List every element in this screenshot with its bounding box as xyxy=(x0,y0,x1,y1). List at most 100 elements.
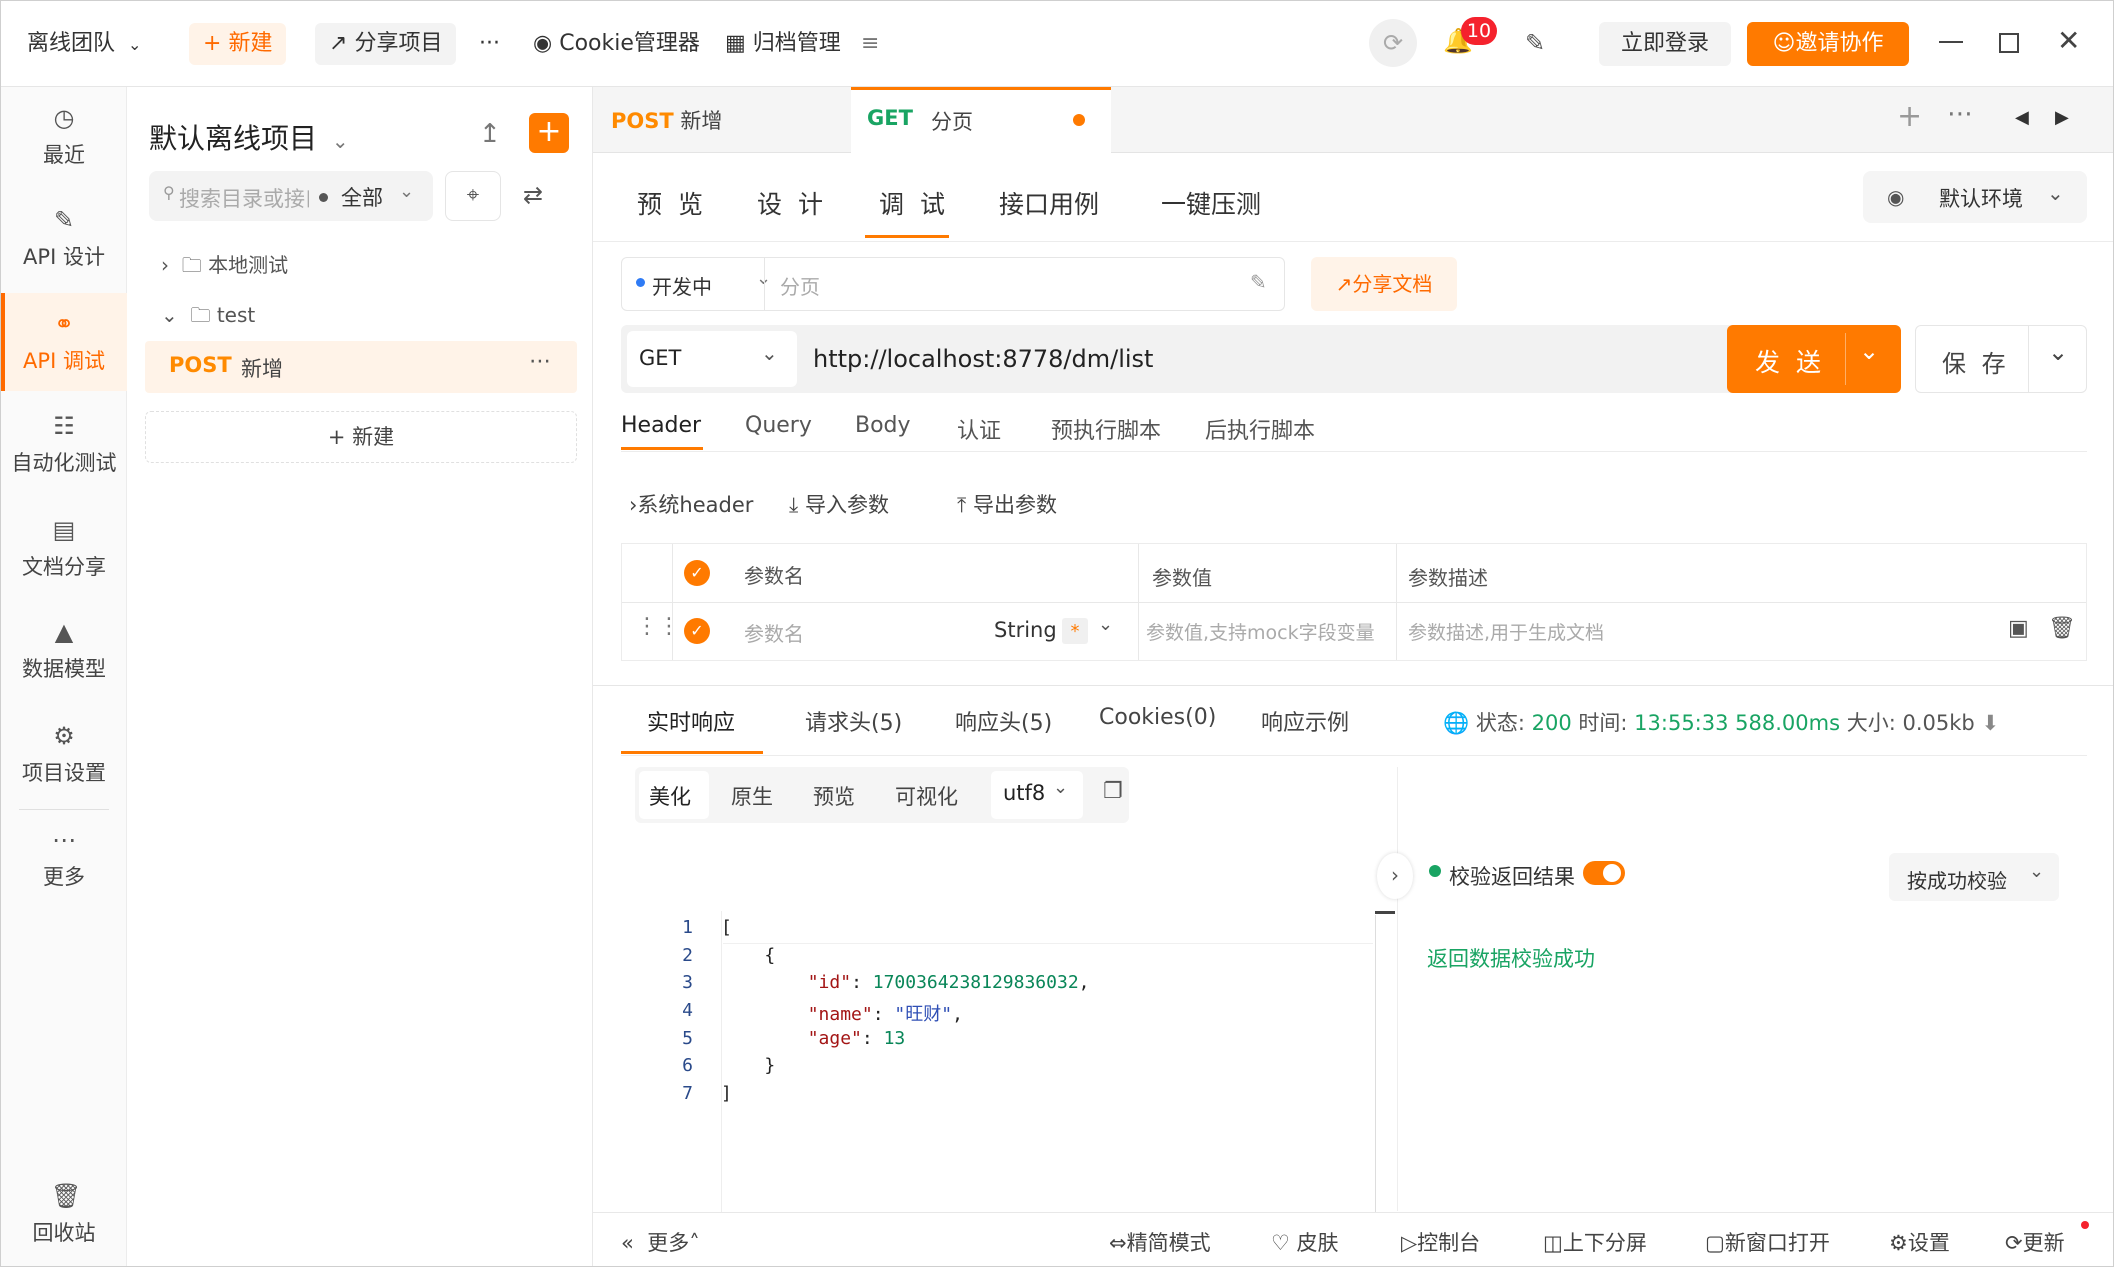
tree-item-post-new[interactable]: POST 新增 ⋯ xyxy=(145,341,577,393)
chevron-down-icon[interactable]: ⌄ xyxy=(1098,614,1113,635)
search-input[interactable]: 搜索目录或接口 xyxy=(179,183,309,213)
more-toggle[interactable]: « 更多˄ xyxy=(621,1227,700,1257)
url-input[interactable]: http://localhost:8778/dm/list xyxy=(813,345,1153,373)
dots-icon[interactable]: ⋯ xyxy=(529,349,551,374)
subtab-stress[interactable]: 一键压测 xyxy=(1161,185,1261,221)
update-button[interactable]: ⟳更新 xyxy=(2005,1227,2065,1257)
chevron-down-icon[interactable]: ⌄ xyxy=(1859,337,1879,365)
new-window-button[interactable]: ▢新窗口打开 xyxy=(1705,1227,1830,1257)
param-desc-input[interactable]: 参数描述,用于生成文档 xyxy=(1408,618,1604,645)
arrow-right-icon[interactable]: ▶ xyxy=(2055,107,2069,128)
invite-button[interactable]: ☺邀请协作 xyxy=(1747,22,1909,66)
filter-select[interactable]: 全部 xyxy=(341,182,383,212)
export-icon[interactable]: ↥ xyxy=(479,119,501,149)
nav-api-design[interactable]: ✎ API 设计 xyxy=(1,207,127,271)
tab-body[interactable]: Body xyxy=(855,413,911,438)
tab-auth[interactable]: 认证 xyxy=(957,413,1001,445)
settings-button[interactable]: ⚙设置 xyxy=(1889,1227,1950,1257)
minimize-icon[interactable] xyxy=(1939,41,1963,43)
env-selector[interactable]: ◉ 默认环境 ⌄ xyxy=(1863,171,2087,223)
tab-response-example[interactable]: 响应示例 xyxy=(1261,705,1349,737)
nav-more[interactable]: ⋯ 更多 xyxy=(1,827,127,891)
tab-pre-script[interactable]: 预执行脚本 xyxy=(1051,413,1161,445)
required-toggle[interactable]: * xyxy=(1062,618,1088,644)
nav-project-settings[interactable]: ⚙ 项目设置 xyxy=(1,723,127,787)
nav-recent[interactable]: ◷ 最近 xyxy=(1,105,127,169)
download-icon[interactable]: ⬇ xyxy=(1981,711,1999,735)
export-params-button[interactable]: ⤒ 导出参数 xyxy=(957,489,1057,519)
project-selector[interactable]: 默认离线项目 ⌄ xyxy=(149,117,349,157)
tab-request-headers[interactable]: 请求头(5) xyxy=(805,705,902,737)
tab-cookies[interactable]: Cookies(0) xyxy=(1099,705,1216,730)
tab-post-new[interactable]: POST 新增 xyxy=(611,105,722,135)
compact-mode-button[interactable]: ⇔精简模式 xyxy=(1109,1227,1211,1257)
request-name-input[interactable]: 分页 xyxy=(780,271,820,300)
view-mode-visual[interactable]: 可视化 xyxy=(895,781,958,811)
nav-api-debug[interactable]: ⚭ API 调试 xyxy=(1,293,127,391)
share-project-button[interactable]: ↗ 分享项目 xyxy=(315,23,457,65)
share-doc-button[interactable]: ↗分享文档 xyxy=(1311,257,1457,311)
cube-icon[interactable]: ▣ xyxy=(2008,616,2029,641)
cookie-manager-button[interactable]: ◉ Cookie管理器 xyxy=(533,23,700,65)
tree-new-button[interactable]: + 新建 xyxy=(145,411,577,463)
nav-data-model[interactable]: ▲ 数据模型 xyxy=(1,619,127,683)
search-box[interactable]: ⚲ 搜索目录或接口 全部 ⌄ xyxy=(149,171,433,221)
console-button[interactable]: ▷控制台 xyxy=(1401,1227,1480,1257)
chevron-right-icon[interactable]: › xyxy=(1377,853,1413,899)
subtab-preview[interactable]: 预 览 xyxy=(637,185,707,221)
chevron-down-icon[interactable]: ⌄ xyxy=(2048,338,2068,366)
select-all-checkbox[interactable]: ✓ xyxy=(684,560,710,586)
arrow-left-icon[interactable]: ◀ xyxy=(2015,107,2029,128)
team-selector[interactable]: 离线团队 ⌄ xyxy=(27,23,141,65)
drag-handle-icon[interactable]: ⋮⋮ xyxy=(636,614,680,639)
row-checkbox[interactable]: ✓ xyxy=(684,618,710,644)
archive-button[interactable]: ▦ 归档管理 xyxy=(725,23,841,65)
login-button[interactable]: 立即登录 xyxy=(1599,22,1731,66)
folder-test[interactable]: ⌄ 🗀 test xyxy=(161,301,255,335)
param-value-input[interactable]: 参数值,支持mock字段变量 xyxy=(1146,618,1394,645)
view-mode-preview[interactable]: 预览 xyxy=(813,781,855,811)
validate-toggle[interactable] xyxy=(1583,861,1625,885)
send-button[interactable]: 发 送 ⌄ xyxy=(1727,325,1901,393)
view-mode-pretty[interactable]: 美化 xyxy=(649,781,691,811)
param-type-select[interactable]: String xyxy=(994,618,1057,642)
dots-icon[interactable]: ⋯ xyxy=(1947,99,1973,129)
tab-get-page[interactable]: GET 分页 xyxy=(851,87,1111,153)
sync-icon[interactable]: ⟳ xyxy=(1369,19,1417,67)
add-tab-icon[interactable]: + xyxy=(1897,99,1922,134)
subtab-cases[interactable]: 接口用例 xyxy=(999,185,1099,221)
nav-trash[interactable]: 🗑 回收站 xyxy=(1,1183,127,1247)
notes-icon[interactable]: ✎ xyxy=(1525,29,1545,57)
add-icon[interactable]: + xyxy=(529,113,569,153)
skin-button[interactable]: ♡ 皮肤 xyxy=(1271,1227,1339,1257)
collapse-menu-icon[interactable]: ≡ xyxy=(861,23,879,65)
validate-mode-select[interactable]: 按成功校验 ⌄ xyxy=(1889,853,2059,901)
collapse-tree-icon[interactable]: ⇄ xyxy=(523,181,543,209)
new-button[interactable]: + 新建 xyxy=(189,23,287,65)
system-header-toggle[interactable]: ›系统header xyxy=(629,489,753,519)
tab-post-script[interactable]: 后执行脚本 xyxy=(1205,413,1315,445)
subtab-design[interactable]: 设 计 xyxy=(757,185,827,221)
subtab-debug[interactable]: 调 试 xyxy=(879,185,949,221)
method-select[interactable]: GET ⌄ xyxy=(627,331,797,387)
save-button[interactable]: 保 存 ⌄ xyxy=(1915,325,2087,393)
nav-doc-share[interactable]: ▤ 文档分享 xyxy=(1,517,127,581)
copy-icon[interactable]: ❐ xyxy=(1103,779,1123,804)
delete-icon[interactable]: 🗑 xyxy=(2048,616,2076,641)
nav-automation[interactable]: ☷ 自动化测试 xyxy=(1,413,127,477)
param-name-input[interactable]: 参数名 xyxy=(744,618,804,647)
maximize-icon[interactable] xyxy=(1999,33,2019,53)
edit-icon[interactable]: ✎ xyxy=(1250,270,1267,294)
tab-header[interactable]: Header xyxy=(621,413,701,438)
tab-query[interactable]: Query xyxy=(745,413,812,438)
tab-response-headers[interactable]: 响应头(5) xyxy=(955,705,1052,737)
tab-live-response[interactable]: 实时响应 xyxy=(647,705,735,737)
import-params-button[interactable]: ⤓ 导入参数 xyxy=(789,489,889,519)
view-mode-raw[interactable]: 原生 xyxy=(731,781,773,811)
more-button[interactable]: ··· xyxy=(479,23,500,65)
status-select[interactable]: 开发中 xyxy=(652,271,712,300)
locate-icon[interactable]: ⌖ xyxy=(445,171,501,221)
folder-local-test[interactable]: › 🗀 本地测试 xyxy=(161,249,288,285)
close-icon[interactable]: ✕ xyxy=(2057,25,2080,57)
split-button[interactable]: ◫上下分屏 xyxy=(1543,1227,1647,1257)
